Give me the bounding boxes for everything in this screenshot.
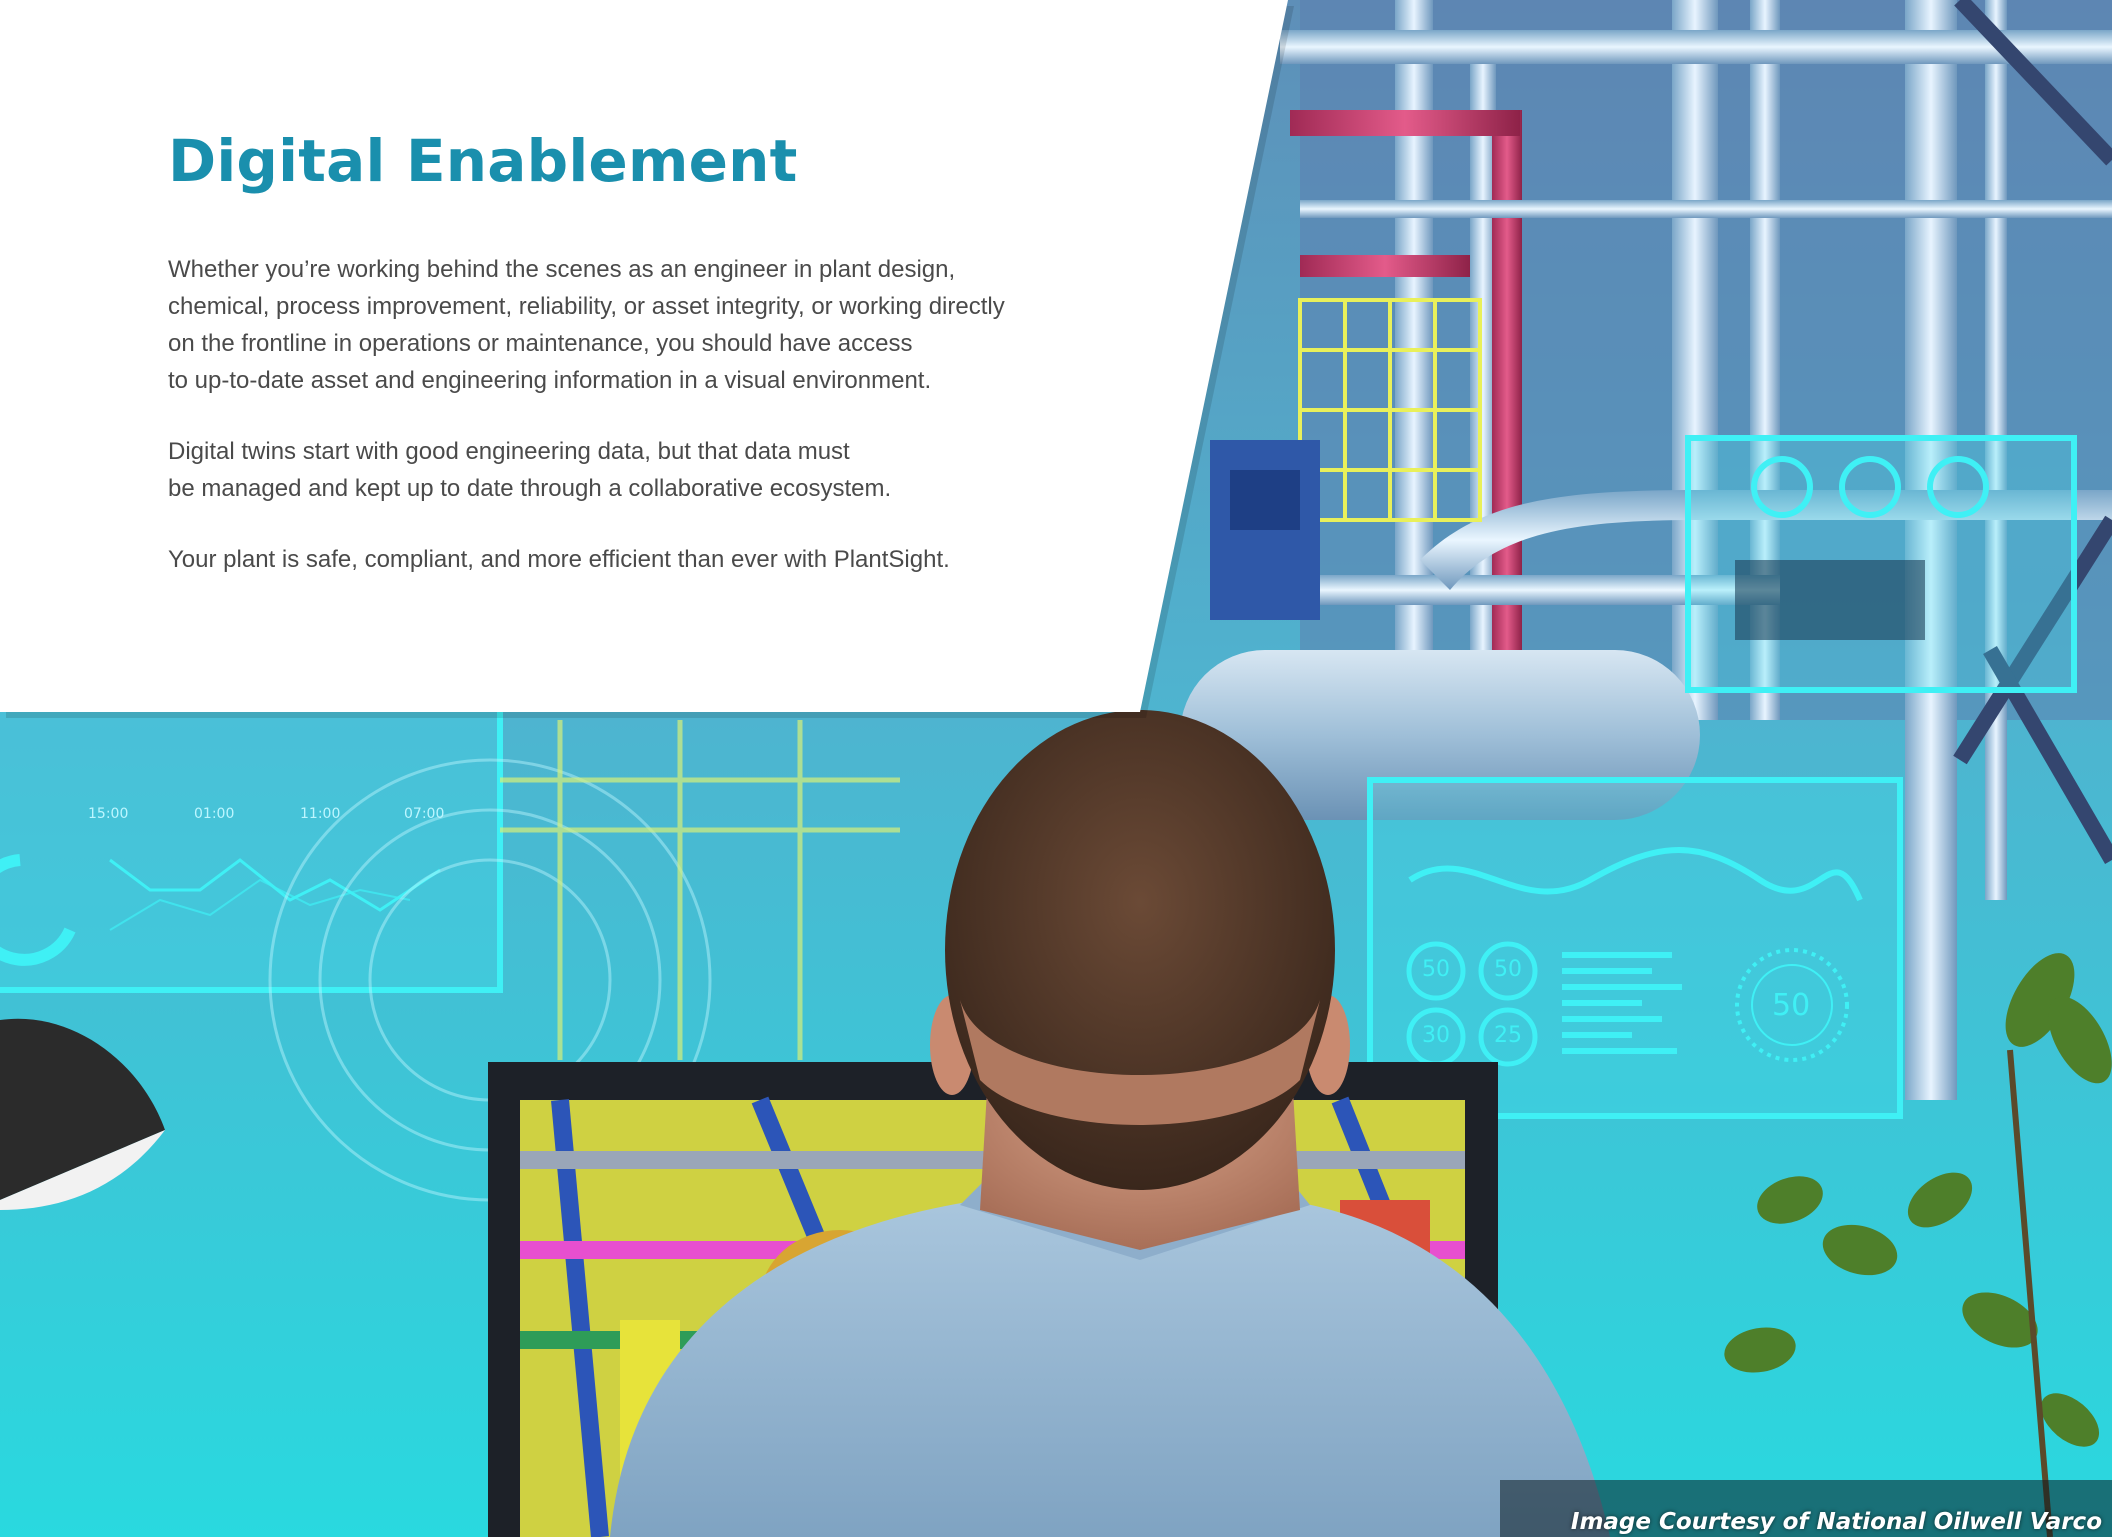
paragraph-1-line-3: on the frontline in operations or mainte…: [168, 329, 913, 357]
paragraph-2: Digital twins start with good engineerin…: [168, 433, 1068, 507]
hud-axis-tick-1: 15:00: [88, 806, 129, 822]
text-content: Digital Enablement Whether you’re workin…: [168, 128, 1068, 612]
paragraph-1-line-4: to up-to-date asset and engineering info…: [168, 366, 932, 394]
hud-big-gauge-value: 50: [1772, 988, 1811, 1023]
hud-gauge-1-value: 50: [1422, 957, 1450, 982]
hud-chart-left: [0, 697, 503, 993]
hud-axis-tick-3: 11:00: [300, 806, 341, 822]
paragraph-2-line-1: Digital twins start with good engineerin…: [168, 437, 850, 465]
hud-panel-top: [1685, 435, 2077, 693]
hud-gauge-2-value: 50: [1494, 957, 1522, 982]
paragraph-2-line-2: be managed and kept up to date through a…: [168, 474, 892, 502]
paragraph-1: Whether you’re working behind the scenes…: [168, 251, 1068, 399]
hud-axis-tick-4: 07:00: [404, 806, 445, 822]
page: 50 50 30 25 50 15:00 01:00 11:00 07:00 D…: [0, 0, 2112, 1537]
hud-gauge-3-value: 30: [1422, 1023, 1450, 1048]
paragraph-1-line-1: Whether you’re working behind the scenes…: [168, 255, 956, 283]
hud-axis-tick-2: 01:00: [194, 806, 235, 822]
image-credit: Image Courtesy of National Oilwell Varco: [1570, 1509, 2102, 1535]
hud-gauge-4-value: 25: [1494, 1023, 1522, 1048]
paragraph-3: Your plant is safe, compliant, and more …: [168, 541, 1068, 578]
headline: Digital Enablement: [168, 127, 798, 195]
paragraph-3-line-1: Your plant is safe, compliant, and more …: [168, 545, 950, 573]
paragraph-1-line-2: chemical, process improvement, reliabili…: [168, 292, 1005, 320]
